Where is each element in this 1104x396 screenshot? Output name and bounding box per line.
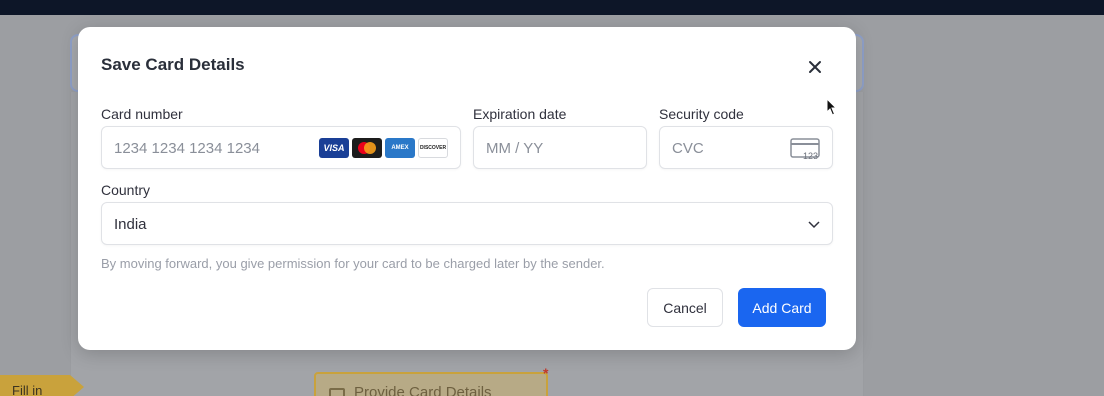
expiration-placeholder: MM / YY (486, 140, 544, 157)
top-bar (0, 0, 1104, 15)
security-code-placeholder: CVC (672, 140, 704, 157)
add-card-button[interactable]: Add Card (738, 288, 826, 327)
provide-card-details-label: Provide Card Details (354, 384, 492, 396)
mastercard-icon (352, 138, 382, 158)
discover-icon: DISCOVER (418, 138, 448, 158)
provide-card-details-button[interactable]: Provide Card Details (314, 372, 548, 396)
expiration-field[interactable]: MM / YY (473, 126, 647, 169)
card-number-field[interactable]: 1234 1234 1234 1234 VISA AMEX DISCOVER (101, 126, 461, 169)
cvc-icon-text: 123 (803, 151, 818, 160)
expiration-label: Expiration date (473, 106, 567, 122)
card-number-label: Card number (101, 106, 183, 122)
amex-icon: AMEX (385, 138, 415, 158)
close-button[interactable] (804, 56, 826, 78)
cvc-card-icon: 123 (790, 138, 820, 160)
close-icon (809, 61, 821, 73)
save-card-modal: Save Card Details Card number 1234 1234 … (78, 27, 856, 350)
card-icon (329, 388, 345, 396)
required-star: * (543, 365, 549, 381)
modal-title: Save Card Details (101, 55, 245, 74)
chevron-down-icon (808, 221, 820, 229)
visa-icon: VISA (319, 138, 349, 158)
permission-note: By moving forward, you give permission f… (101, 256, 605, 271)
security-code-label: Security code (659, 106, 744, 122)
cancel-button[interactable]: Cancel (647, 288, 723, 327)
country-value: India (114, 216, 147, 233)
mouse-cursor-icon (826, 98, 838, 116)
card-brands: VISA AMEX DISCOVER (319, 138, 448, 158)
country-label: Country (101, 182, 151, 198)
card-number-placeholder: 1234 1234 1234 1234 (114, 140, 260, 157)
security-code-field[interactable]: CVC 123 (659, 126, 833, 169)
fill-in-tag: Fill in (0, 375, 84, 396)
country-select[interactable]: India (101, 202, 833, 245)
